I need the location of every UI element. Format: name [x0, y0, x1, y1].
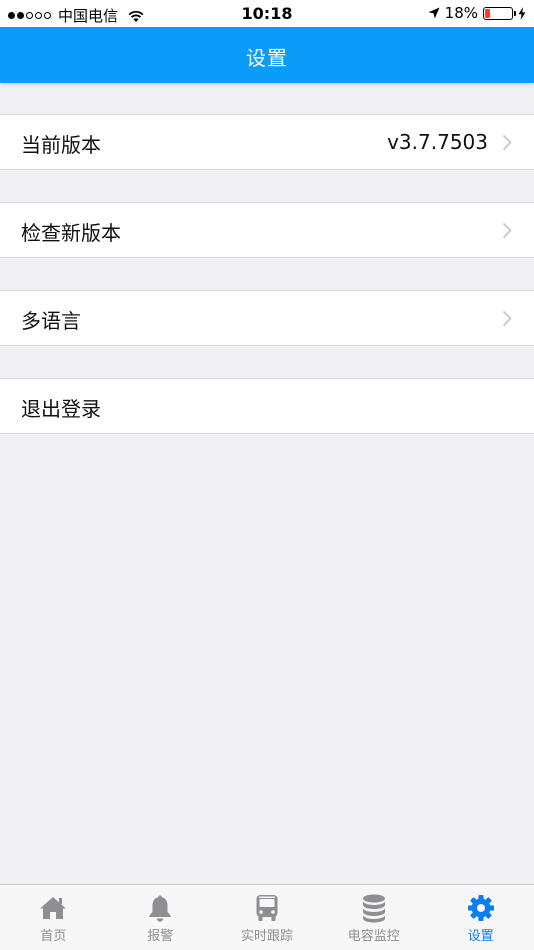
logout-button[interactable]: 退出登录 — [21, 393, 101, 422]
tab-label: 电容监控 — [347, 929, 400, 944]
tab-alarm[interactable]: 报警 — [107, 885, 214, 950]
battery-icon — [483, 6, 516, 20]
version-value: v3.7.7503 — [387, 130, 488, 154]
settings-row-check-update[interactable]: 检查新版本 — [0, 202, 534, 258]
settings-row-language[interactable]: 多语言 — [0, 290, 534, 346]
tab-label: 设置 — [467, 929, 494, 944]
home-icon — [40, 897, 67, 919]
navigation-bar: 设置 — [0, 27, 534, 83]
status-bar: 中国电信 10:18 18% — [0, 0, 534, 27]
tab-label: 首页 — [40, 929, 67, 944]
chevron-right-icon — [502, 222, 512, 239]
tab-capacitor-monitor[interactable]: 电容监控 — [320, 885, 427, 950]
battery-percent: 18% — [444, 4, 478, 22]
status-right: 18% — [428, 4, 526, 22]
tab-bar: 首页 报警 实时跟踪 电容监控 设置 — [0, 884, 534, 950]
row-label: 当前版本 — [21, 133, 101, 157]
tab-label: 报警 — [147, 929, 174, 944]
tab-settings[interactable]: 设置 — [427, 885, 534, 950]
database-icon — [362, 894, 385, 923]
bell-icon — [149, 895, 171, 922]
bus-icon — [256, 895, 278, 921]
charging-bolt-icon — [518, 6, 526, 20]
gear-icon — [467, 895, 494, 921]
tab-label: 实时跟踪 — [240, 929, 293, 944]
tab-home[interactable]: 首页 — [0, 885, 107, 950]
location-arrow-icon — [428, 7, 440, 19]
row-label: 检查新版本 — [21, 221, 121, 245]
chevron-right-icon — [502, 310, 512, 327]
settings-row-current-version[interactable]: 当前版本 v3.7.7503 — [0, 114, 534, 170]
chevron-right-icon — [502, 134, 512, 151]
page-title: 设置 — [246, 46, 288, 70]
tab-realtime-tracking[interactable]: 实时跟踪 — [214, 885, 321, 950]
settings-row-logout[interactable]: 退出登录 — [0, 378, 534, 434]
row-label: 多语言 — [21, 309, 81, 333]
battery-level-fill — [485, 8, 490, 18]
